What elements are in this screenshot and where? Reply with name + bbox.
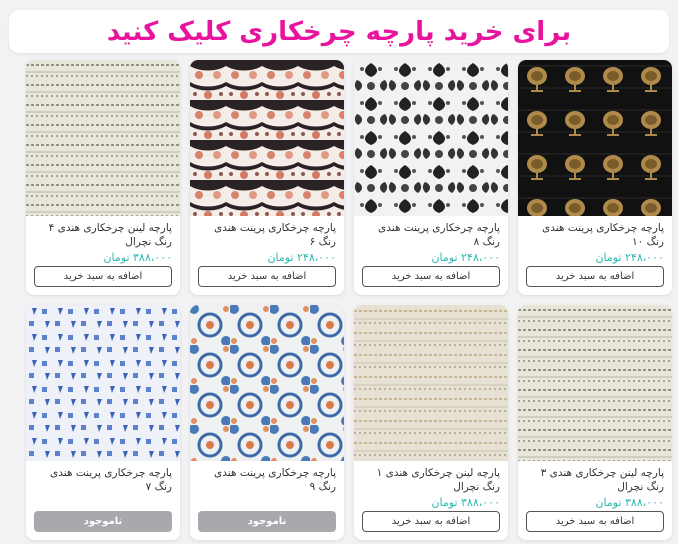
product-image[interactable] [518, 305, 672, 461]
product-card[interactable]: پارچه چرخکاری پرینت هندی رنگ ۷ ناموجود [26, 305, 180, 540]
product-info: پارچه چرخکاری پرینت هندی رنگ ۱۰ ۲۴۸،۰۰۰ … [518, 216, 672, 295]
product-title[interactable]: پارچه لینن چرخکاری هندی ۳ رنگ نچرال [526, 466, 664, 494]
add-to-cart-button[interactable]: اضافه به سبد خرید [526, 511, 664, 532]
product-price: ۲۴۸،۰۰۰ تومان [595, 251, 664, 264]
product-card[interactable]: پارچه چرخکاری پرینت هندی رنگ ۶ ۲۴۸،۰۰۰ ت… [190, 60, 344, 295]
product-info: پارچه لینن چرخکاری هندی ۱ رنگ نچرال ۳۸۸،… [354, 461, 508, 540]
product-title[interactable]: پارچه چرخکاری پرینت هندی رنگ ۱۰ [526, 221, 664, 249]
product-image[interactable] [190, 305, 344, 461]
product-image[interactable] [518, 60, 672, 216]
promo-banner[interactable]: برای خرید پارچه چرخکاری کلیک کنید [9, 10, 669, 53]
product-card[interactable]: پارچه چرخکاری پرینت هندی رنگ ۹ ناموجود [190, 305, 344, 540]
product-grid: پارچه چرخکاری پرینت هندی رنگ ۱۰ ۲۴۸،۰۰۰ … [6, 60, 672, 540]
product-price: ۳۸۸،۰۰۰ تومان [103, 251, 172, 264]
product-info: پارچه لینن چرخکاری هندی ۳ رنگ نچرال ۳۸۸،… [518, 461, 672, 540]
product-card[interactable]: پارچه لینن چرخکاری هندی ۳ رنگ نچرال ۳۸۸،… [518, 305, 672, 540]
product-info: پارچه لینن چرخکاری هندی ۴ رنگ نچرال ۳۸۸،… [26, 216, 180, 295]
product-price: ۲۴۸،۰۰۰ تومان [267, 251, 336, 264]
banner-text: برای خرید پارچه چرخکاری کلیک کنید [106, 16, 572, 47]
product-image[interactable] [354, 305, 508, 461]
product-price [34, 496, 172, 510]
out-of-stock-button[interactable]: ناموجود [34, 511, 172, 532]
product-image[interactable] [26, 60, 180, 216]
product-info: پارچه چرخکاری پرینت هندی رنگ ۶ ۲۴۸،۰۰۰ ت… [190, 216, 344, 295]
product-title[interactable]: پارچه چرخکاری پرینت هندی رنگ ۶ [198, 221, 336, 249]
add-to-cart-button[interactable]: اضافه به سبد خرید [34, 266, 172, 287]
add-to-cart-button[interactable]: اضافه به سبد خرید [526, 266, 664, 287]
product-title[interactable]: پارچه لینن چرخکاری هندی ۴ رنگ نچرال [34, 221, 172, 249]
product-price [198, 496, 336, 510]
product-card[interactable]: پارچه چرخکاری پرینت هندی رنگ ۸ ۲۴۸،۰۰۰ ت… [354, 60, 508, 295]
product-title[interactable]: پارچه لینن چرخکاری هندی ۱ رنگ نچرال [362, 466, 500, 494]
product-card[interactable]: پارچه لینن چرخکاری هندی ۴ رنگ نچرال ۳۸۸،… [26, 60, 180, 295]
product-price: ۳۸۸،۰۰۰ تومان [595, 496, 664, 509]
add-to-cart-button[interactable]: اضافه به سبد خرید [198, 266, 336, 287]
out-of-stock-button[interactable]: ناموجود [198, 511, 336, 532]
add-to-cart-button[interactable]: اضافه به سبد خرید [362, 266, 500, 287]
product-image[interactable] [354, 60, 508, 216]
add-to-cart-button[interactable]: اضافه به سبد خرید [362, 511, 500, 532]
product-card[interactable]: پارچه چرخکاری پرینت هندی رنگ ۱۰ ۲۴۸،۰۰۰ … [518, 60, 672, 295]
product-info: پارچه چرخکاری پرینت هندی رنگ ۷ ناموجود [26, 461, 180, 540]
product-image[interactable] [190, 60, 344, 216]
product-price: ۳۸۸،۰۰۰ تومان [431, 496, 500, 509]
product-info: پارچه چرخکاری پرینت هندی رنگ ۹ ناموجود [190, 461, 344, 540]
product-card[interactable]: پارچه لینن چرخکاری هندی ۱ رنگ نچرال ۳۸۸،… [354, 305, 508, 540]
product-title[interactable]: پارچه چرخکاری پرینت هندی رنگ ۷ [34, 466, 172, 494]
product-info: پارچه چرخکاری پرینت هندی رنگ ۸ ۲۴۸،۰۰۰ ت… [354, 216, 508, 295]
product-image[interactable] [26, 305, 180, 461]
product-title[interactable]: پارچه چرخکاری پرینت هندی رنگ ۹ [198, 466, 336, 494]
product-title[interactable]: پارچه چرخکاری پرینت هندی رنگ ۸ [362, 221, 500, 249]
product-price: ۲۴۸،۰۰۰ تومان [431, 251, 500, 264]
